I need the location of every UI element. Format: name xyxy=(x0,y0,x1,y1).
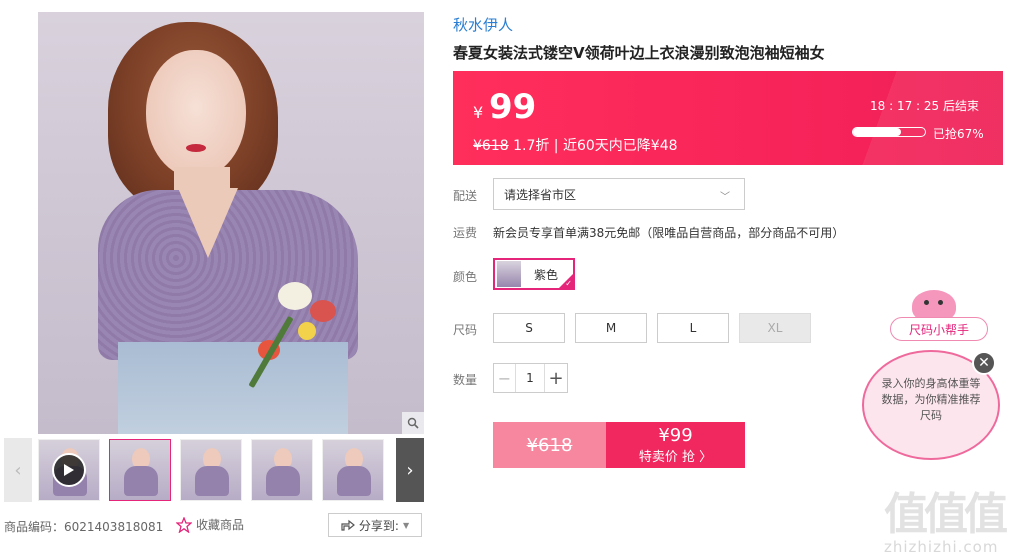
product-meta-row: 商品编码：6021403818081 收藏商品 分享到: ▼ xyxy=(4,512,424,538)
thumb-next-button[interactable]: › xyxy=(396,438,424,502)
size-helper-widget: 尺码小帮手 录入你的身高体重等数据，为你精准推荐尺码 ✕ xyxy=(862,284,1002,460)
size-option-m[interactable]: M xyxy=(575,313,647,343)
shipping-text: 新会员专享首单满38元免邮（限唯品自营商品，部分商品不可用） xyxy=(493,226,845,240)
flower-bouquet xyxy=(238,282,338,392)
buy-new-price: ¥99 xyxy=(658,424,693,446)
quantity-label: 数量 xyxy=(453,373,478,387)
thumbnail-5[interactable] xyxy=(322,439,384,501)
color-label: 颜色 xyxy=(453,270,478,284)
thumb-body xyxy=(124,466,158,496)
banner-decoration xyxy=(803,71,1003,165)
quantity-input[interactable]: 1 xyxy=(516,364,544,392)
size-label: 尺码 xyxy=(453,323,478,337)
check-icon: ✓ xyxy=(565,279,572,288)
star-icon xyxy=(176,516,192,533)
thumb-body xyxy=(266,466,300,496)
buy-old-price: ¥618 xyxy=(493,422,606,468)
region-select-value: 请选择省市区 xyxy=(504,187,577,202)
discount-note: 1.7折 | 近60天内已降¥48 xyxy=(513,138,678,154)
model-lips xyxy=(186,144,206,152)
model-face xyxy=(146,50,246,178)
chevron-left-icon: ‹ xyxy=(14,459,22,481)
watermark: 值值值 zhizhizhi.com xyxy=(880,478,1030,558)
current-price: 99 xyxy=(489,87,537,127)
size-option-xl: XL xyxy=(739,313,811,343)
buy-button[interactable]: ¥618 ¥99 特卖价 抢 〉 xyxy=(493,422,745,468)
brand-link[interactable]: 秋水伊人 xyxy=(453,14,513,35)
close-icon[interactable]: ✕ xyxy=(972,351,996,375)
color-swatch-image xyxy=(497,261,521,287)
thumb-body xyxy=(195,466,229,496)
thumb-prev-button[interactable]: ‹ xyxy=(4,438,32,502)
v-neckline xyxy=(178,188,238,258)
share-dropdown[interactable]: 分享到: ▼ xyxy=(328,513,422,537)
watermark-url: zhizhizhi.com xyxy=(884,538,999,556)
chevron-down-icon: ﹀ xyxy=(720,192,730,203)
sku-code: 商品编码：6021403818081 xyxy=(4,520,164,534)
quantity-stepper: − 1 + xyxy=(493,363,568,393)
product-main-image[interactable] xyxy=(38,12,424,434)
size-option-l[interactable]: L xyxy=(657,313,729,343)
buy-action-label: 特卖价 抢 〉 xyxy=(638,449,713,465)
chevron-down-icon: ▼ xyxy=(402,520,410,530)
sold-progress-bar xyxy=(852,127,926,137)
size-helper-tag[interactable]: 尺码小帮手 xyxy=(890,317,988,341)
size-option-s[interactable]: S xyxy=(493,313,565,343)
thumbnail-strip: ‹ › xyxy=(0,438,424,504)
price-subline: ¥618 1.7折 | 近60天内已降¥48 xyxy=(473,135,678,155)
delivery-label: 配送 xyxy=(453,189,478,203)
chevron-right-icon: › xyxy=(406,459,414,481)
price-banner: ¥ 99 ¥618 1.7折 | 近60天内已降¥48 18 : 17 : 25… xyxy=(453,71,1003,165)
currency-symbol: ¥ xyxy=(473,103,484,122)
sold-progress-fill xyxy=(853,128,902,136)
countdown-timer: 18 : 17 : 25 后结束 xyxy=(870,99,979,113)
sold-label: 已抢67% xyxy=(933,127,984,141)
color-option-purple[interactable]: 紫色 ✓ xyxy=(493,258,575,290)
thumbnail-video[interactable] xyxy=(38,439,100,501)
quantity-minus-button[interactable]: − xyxy=(494,364,516,392)
share-icon xyxy=(341,519,355,531)
favorite-button[interactable]: 收藏商品 xyxy=(176,516,244,533)
thumbnail-2[interactable] xyxy=(109,439,171,501)
play-icon[interactable] xyxy=(52,453,86,487)
favorite-label: 收藏商品 xyxy=(196,518,245,532)
zoom-icon[interactable] xyxy=(402,412,424,434)
quantity-plus-button[interactable]: + xyxy=(544,364,567,392)
product-title: 春夏女装法式镂空V领荷叶边上衣浪漫别致泡泡袖短袖女 xyxy=(453,44,825,62)
region-select[interactable]: 请选择省市区 ﹀ xyxy=(493,178,745,210)
color-option-label: 紫色 xyxy=(534,267,559,282)
original-price: ¥618 xyxy=(473,138,509,154)
watermark-logo: 值值值 xyxy=(884,489,1008,540)
buy-now-section[interactable]: ¥99 特卖价 抢 〉 xyxy=(606,422,745,468)
thumbnail-3[interactable] xyxy=(180,439,242,501)
thumbnail-4[interactable] xyxy=(251,439,313,501)
share-label: 分享到: xyxy=(358,518,399,533)
thumb-body xyxy=(337,466,371,496)
shipping-label: 运费 xyxy=(453,226,478,240)
